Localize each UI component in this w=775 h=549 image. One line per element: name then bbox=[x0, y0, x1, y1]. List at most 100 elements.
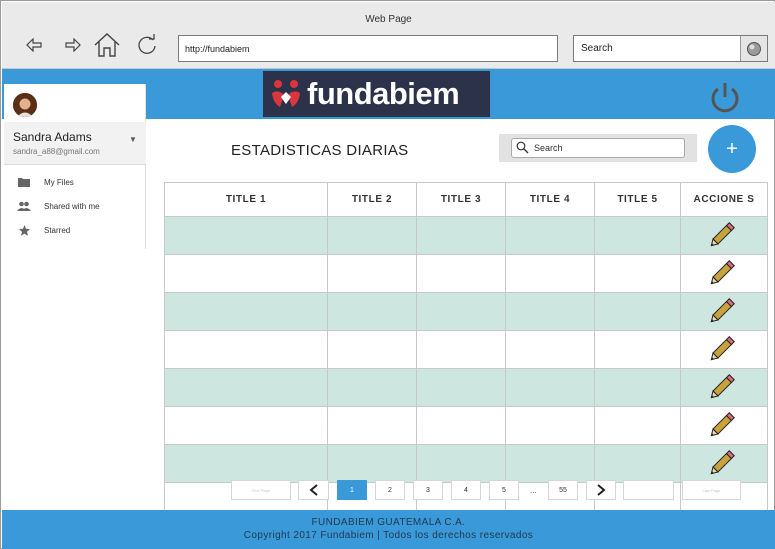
sidebar-item-label: My Files bbox=[44, 177, 74, 187]
add-button[interactable]: + bbox=[708, 125, 756, 173]
edit-pencil-icon[interactable] bbox=[708, 412, 740, 443]
table-cell bbox=[164, 368, 328, 407]
table-cell bbox=[327, 444, 417, 483]
actions-cell bbox=[680, 444, 768, 483]
folder-icon bbox=[4, 177, 44, 187]
logo-text: fundabiem bbox=[307, 76, 460, 111]
back-arrow-icon[interactable] bbox=[21, 33, 47, 57]
table-cell bbox=[594, 444, 681, 483]
sidebar-item-label: Shared with me bbox=[44, 201, 100, 211]
edit-pencil-icon[interactable] bbox=[708, 450, 740, 481]
page-button[interactable]: 55 bbox=[548, 480, 578, 500]
page-title: ESTADISTICAS DIARIAS bbox=[231, 142, 409, 159]
column-header[interactable]: TITLE 2 bbox=[327, 182, 417, 217]
table-cell bbox=[416, 330, 506, 369]
actions-cell bbox=[680, 368, 768, 407]
table-cell bbox=[416, 292, 506, 331]
chevron-down-icon[interactable]: ▼ bbox=[129, 135, 137, 144]
table-cell bbox=[327, 216, 417, 255]
table-cell bbox=[164, 406, 328, 445]
globe-icon bbox=[747, 41, 761, 56]
footer: FUNDABIEM GUATEMALA C.A. Copyright 2017 … bbox=[2, 510, 775, 549]
table-cell bbox=[416, 444, 506, 483]
column-header[interactable]: ACCIONE S bbox=[680, 182, 768, 217]
edit-pencil-icon[interactable] bbox=[708, 260, 740, 291]
column-header[interactable]: TITLE 1 bbox=[164, 182, 328, 217]
page-button[interactable]: 1 bbox=[337, 480, 367, 500]
column-header[interactable]: TITLE 3 bbox=[416, 182, 506, 217]
table-cell bbox=[505, 292, 595, 331]
actions-cell bbox=[680, 292, 768, 331]
table-cell bbox=[505, 216, 595, 255]
chevron-right-icon bbox=[597, 484, 606, 496]
table-cell bbox=[164, 444, 328, 483]
table-cell bbox=[505, 368, 595, 407]
table-header-row: TITLE 1 TITLE 2 TITLE 3 TITLE 4 TITLE 5 … bbox=[164, 182, 768, 217]
star-icon bbox=[4, 224, 44, 236]
actions-cell bbox=[680, 330, 768, 369]
table-cell bbox=[416, 216, 506, 255]
sidebar-item-shared[interactable]: Shared with me bbox=[4, 194, 146, 218]
search-icon bbox=[516, 141, 529, 154]
stats-table: TITLE 1 TITLE 2 TITLE 3 TITLE 4 TITLE 5 … bbox=[164, 182, 768, 516]
avatar[interactable] bbox=[13, 93, 37, 117]
table-row bbox=[164, 216, 768, 255]
table-cell bbox=[505, 330, 595, 369]
actions-cell bbox=[680, 216, 768, 255]
table-cell bbox=[416, 368, 506, 407]
next-page-button[interactable] bbox=[586, 480, 616, 500]
user-account-switcher[interactable]: Sandra Adams sandra_a88@gmail.com ▼ bbox=[4, 122, 146, 165]
edit-pencil-icon[interactable] bbox=[708, 374, 740, 405]
table-row bbox=[164, 406, 768, 445]
table-row bbox=[164, 330, 768, 369]
page-button[interactable]: 4 bbox=[451, 480, 481, 500]
table-cell bbox=[164, 216, 328, 255]
people-icon bbox=[4, 201, 44, 211]
column-header[interactable]: TITLE 5 bbox=[594, 182, 681, 217]
last-page-button[interactable]: Last Page bbox=[682, 480, 741, 500]
edit-pencil-icon[interactable] bbox=[708, 336, 740, 367]
edit-pencil-icon[interactable] bbox=[708, 222, 740, 253]
refresh-icon[interactable] bbox=[134, 33, 160, 57]
forward-arrow-icon[interactable] bbox=[60, 33, 86, 57]
search-container: Search bbox=[499, 134, 697, 162]
browser-search-button[interactable] bbox=[740, 36, 767, 61]
power-icon[interactable] bbox=[707, 80, 743, 116]
fundabiem-logo[interactable]: fundabiem bbox=[263, 71, 490, 117]
column-header[interactable]: TITLE 4 bbox=[505, 182, 595, 217]
table-cell bbox=[594, 330, 681, 369]
table-cell bbox=[164, 254, 328, 293]
prev-page-button[interactable] bbox=[298, 480, 329, 500]
table-cell bbox=[327, 330, 417, 369]
search-input[interactable]: Search bbox=[511, 138, 685, 158]
logo-mark-icon bbox=[272, 80, 300, 107]
sidebar-item-my-files[interactable]: My Files bbox=[4, 170, 146, 194]
first-page-button[interactable]: First Page bbox=[231, 480, 291, 500]
sidebar-item-label: Starred bbox=[44, 225, 71, 235]
table-cell bbox=[505, 254, 595, 293]
actions-cell bbox=[680, 254, 768, 293]
table-cell bbox=[594, 216, 681, 255]
home-icon[interactable] bbox=[93, 31, 121, 59]
page-jump-input[interactable] bbox=[623, 480, 674, 500]
table-row bbox=[164, 254, 768, 293]
table-cell bbox=[327, 254, 417, 293]
browser-search-input[interactable]: Search bbox=[573, 35, 768, 62]
page-button[interactable]: 5 bbox=[489, 480, 519, 500]
table-cell bbox=[164, 330, 328, 369]
table-cell bbox=[327, 406, 417, 445]
table-cell bbox=[164, 292, 328, 331]
sidebar-item-starred[interactable]: Starred bbox=[4, 218, 146, 242]
table-cell bbox=[416, 254, 506, 293]
table-cell bbox=[505, 406, 595, 445]
pagination-ellipsis: ... bbox=[530, 486, 537, 495]
page-button[interactable]: 3 bbox=[413, 480, 443, 500]
page-button[interactable]: 2 bbox=[375, 480, 405, 500]
url-bar[interactable]: http://fundabiem bbox=[178, 35, 558, 62]
browser-window: Web Page http://fundabiem Search fundabi… bbox=[0, 0, 775, 549]
table-cell bbox=[327, 368, 417, 407]
table-cell bbox=[594, 254, 681, 293]
table-cell bbox=[594, 406, 681, 445]
table-cell bbox=[594, 368, 681, 407]
edit-pencil-icon[interactable] bbox=[708, 298, 740, 329]
